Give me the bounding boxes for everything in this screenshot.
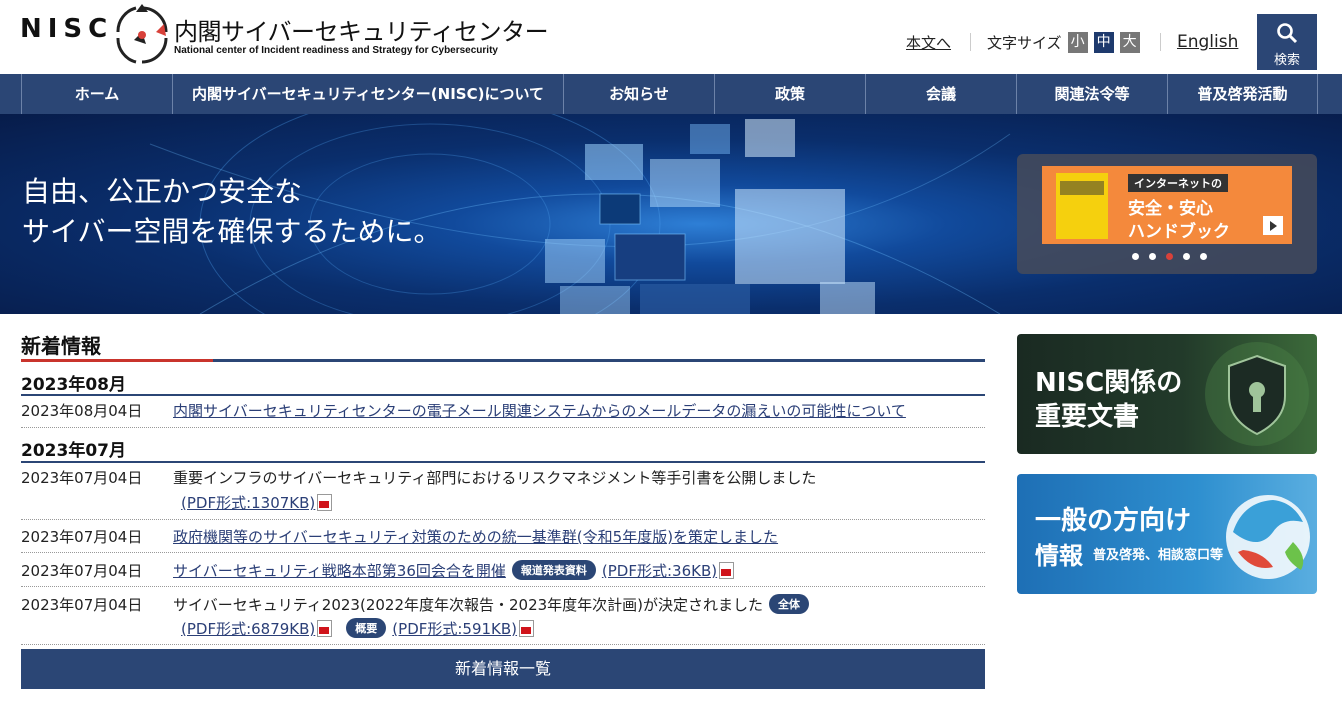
news-item-link[interactable]: 内閣サイバーセキュリティセンターの電子メール関連システムからのメールデータの漏え… (173, 400, 906, 421)
news-month: 2023年07月 (21, 441, 126, 461)
news-item-attachments: (PDF形式:1307KB) (181, 492, 333, 513)
search-label: 検索 (1273, 53, 1300, 68)
news-month: 2023年08月 (21, 375, 126, 395)
nav-item-laws[interactable]: 関連法令等 (1016, 74, 1167, 114)
site-logo[interactable]: NISC 内閣サイバーセキュリティセンター National center of… (20, 2, 560, 70)
divider (970, 33, 971, 51)
font-size-medium-button[interactable]: 中 (1093, 31, 1114, 53)
hero-tagline-line1: 自由、公正かつ安全な (22, 175, 303, 208)
banner-line2: ハンドブック (1128, 222, 1230, 242)
divider (1160, 33, 1161, 51)
news-heading-accent (21, 359, 213, 362)
month-rule (21, 394, 985, 396)
handbook-cover-image (1056, 173, 1108, 239)
hero-tagline-line2: サイバー空間を確保するために。 (22, 215, 442, 248)
press-release-badge: 報道発表資料 (511, 560, 596, 580)
nav-item-about[interactable]: 内閣サイバーセキュリティセンター(NISC)について (172, 74, 563, 114)
news-date: 2023年07月04日 (21, 469, 143, 487)
banner-arrow-icon (1263, 216, 1283, 235)
banner-title-line2: 重要文書 (1035, 402, 1140, 432)
pdf-icon (719, 562, 735, 579)
shield-lock-icon (1205, 342, 1309, 446)
nav-item-news[interactable]: お知らせ (563, 74, 714, 114)
news-date: 2023年07月04日 (21, 562, 143, 580)
font-size-large-button[interactable]: 大 (1119, 31, 1140, 53)
english-link-wrap[interactable]: English (1177, 30, 1238, 54)
news-item-link[interactable]: 政府機関等のサイバーセキュリティ対策のための統一基準群(令和5年度版)を策定しま… (173, 526, 778, 547)
full-version-badge: 全体 (769, 594, 810, 614)
global-nav: ホーム 内閣サイバーセキュリティセンター(NISC)について お知らせ 政策 会… (0, 74, 1342, 114)
banner-line1: 安全・安心 (1128, 199, 1213, 219)
carousel: インターネットの 安全・安心 ハンドブック (1017, 154, 1317, 274)
important-documents-banner[interactable]: NISC関係の 重要文書 (1017, 334, 1317, 454)
general-public-banner[interactable]: 一般の方向け 情報 普及啓発、相談窓口等 (1017, 474, 1317, 594)
row-divider (21, 519, 985, 520)
carousel-dot[interactable] (1200, 253, 1207, 260)
pdf-link[interactable]: (PDF形式:591KB) (392, 620, 517, 638)
nav-item-meetings[interactable]: 会議 (865, 74, 1016, 114)
nav-item-awareness[interactable]: 普及啓発活動 (1167, 74, 1318, 114)
pdf-icon (317, 494, 333, 511)
nav-item-policy[interactable]: 政策 (714, 74, 865, 114)
carousel-dot[interactable] (1149, 253, 1156, 260)
font-size-switcher: 文字サイズ 小 中 大 (987, 30, 1140, 54)
news-list-button[interactable]: 新着情報一覧 (21, 649, 985, 689)
banner-subtitle: 普及啓発、相談窓口等 (1093, 548, 1224, 563)
hero-tagline: 自由、公正かつ安全な サイバー空間を確保するために。 (22, 172, 441, 252)
carousel-dots (1132, 253, 1207, 260)
font-size-label: 文字サイズ (987, 33, 1062, 52)
logo-wordmark: NISC (20, 14, 114, 44)
news-item-attachments: (PDF形式:6879KB) 概要 (PDF形式:591KB) (181, 618, 535, 639)
banner-title-line2: 情報 (1035, 542, 1083, 570)
hero-banner: 自由、公正かつ安全な サイバー空間を確保するために。 インターネットの 安全・安… (0, 114, 1342, 314)
skip-link[interactable]: 本文へ (906, 32, 951, 53)
search-button[interactable]: 検索 (1257, 14, 1317, 70)
nav-item-home[interactable]: ホーム (21, 74, 172, 114)
pdf-link[interactable]: (PDF形式:6879KB) (181, 620, 315, 638)
carousel-dot[interactable] (1183, 253, 1190, 260)
pdf-link[interactable]: (PDF形式:36KB) (602, 562, 717, 580)
site-title: 内閣サイバーセキュリティセンター (174, 18, 549, 46)
news-date: 2023年08月04日 (21, 402, 143, 420)
handbook-banner[interactable]: インターネットの 安全・安心 ハンドブック (1042, 166, 1292, 244)
banner-title-line1: NISC関係の (1035, 368, 1183, 398)
summary-badge: 概要 (346, 618, 387, 638)
skip-to-content[interactable]: 本文へ (906, 30, 951, 54)
banner-title-line1: 一般の方向け (1035, 506, 1192, 536)
news-date: 2023年07月04日 (21, 596, 143, 614)
pdf-link[interactable]: (PDF形式:1307KB) (181, 494, 315, 512)
row-divider (21, 644, 985, 645)
carousel-dot[interactable] (1132, 253, 1139, 260)
month-rule (21, 461, 985, 463)
globe-icon (1226, 495, 1310, 579)
news-item-row: サイバーセキュリティ戦略本部第36回会合を開催 報道発表資料 (PDF形式:36KB… (173, 560, 735, 581)
site-header: NISC 内閣サイバーセキュリティセンター National center of… (0, 0, 1342, 74)
news-item-title: 重要インフラのサイバーセキュリティ部門におけるリスクマネジメント等手引書を公開し… (173, 469, 817, 487)
search-icon (1277, 23, 1298, 44)
news-heading: 新着情報 (21, 334, 101, 358)
pdf-icon (317, 620, 333, 637)
site-subtitle: National center of Incident readiness an… (174, 45, 498, 56)
banner-tag: インターネットの (1128, 174, 1228, 192)
logo-mark-icon (116, 4, 168, 64)
news-item-row: サイバーセキュリティ2023(2022年度年次報告・2023年度年次計画)が決定… (173, 594, 815, 615)
carousel-dot-active[interactable] (1166, 253, 1173, 260)
news-item-link[interactable]: サイバーセキュリティ戦略本部第36回会合を開催 (173, 562, 506, 580)
news-date: 2023年07月04日 (21, 528, 143, 546)
news-item-title: サイバーセキュリティ2023(2022年度年次報告・2023年度年次計画)が決定… (173, 596, 764, 614)
pdf-icon (519, 620, 535, 637)
font-size-small-button[interactable]: 小 (1067, 31, 1088, 53)
row-divider (21, 427, 985, 428)
row-divider (21, 586, 985, 587)
english-link[interactable]: English (1177, 32, 1238, 52)
row-divider (21, 552, 985, 553)
